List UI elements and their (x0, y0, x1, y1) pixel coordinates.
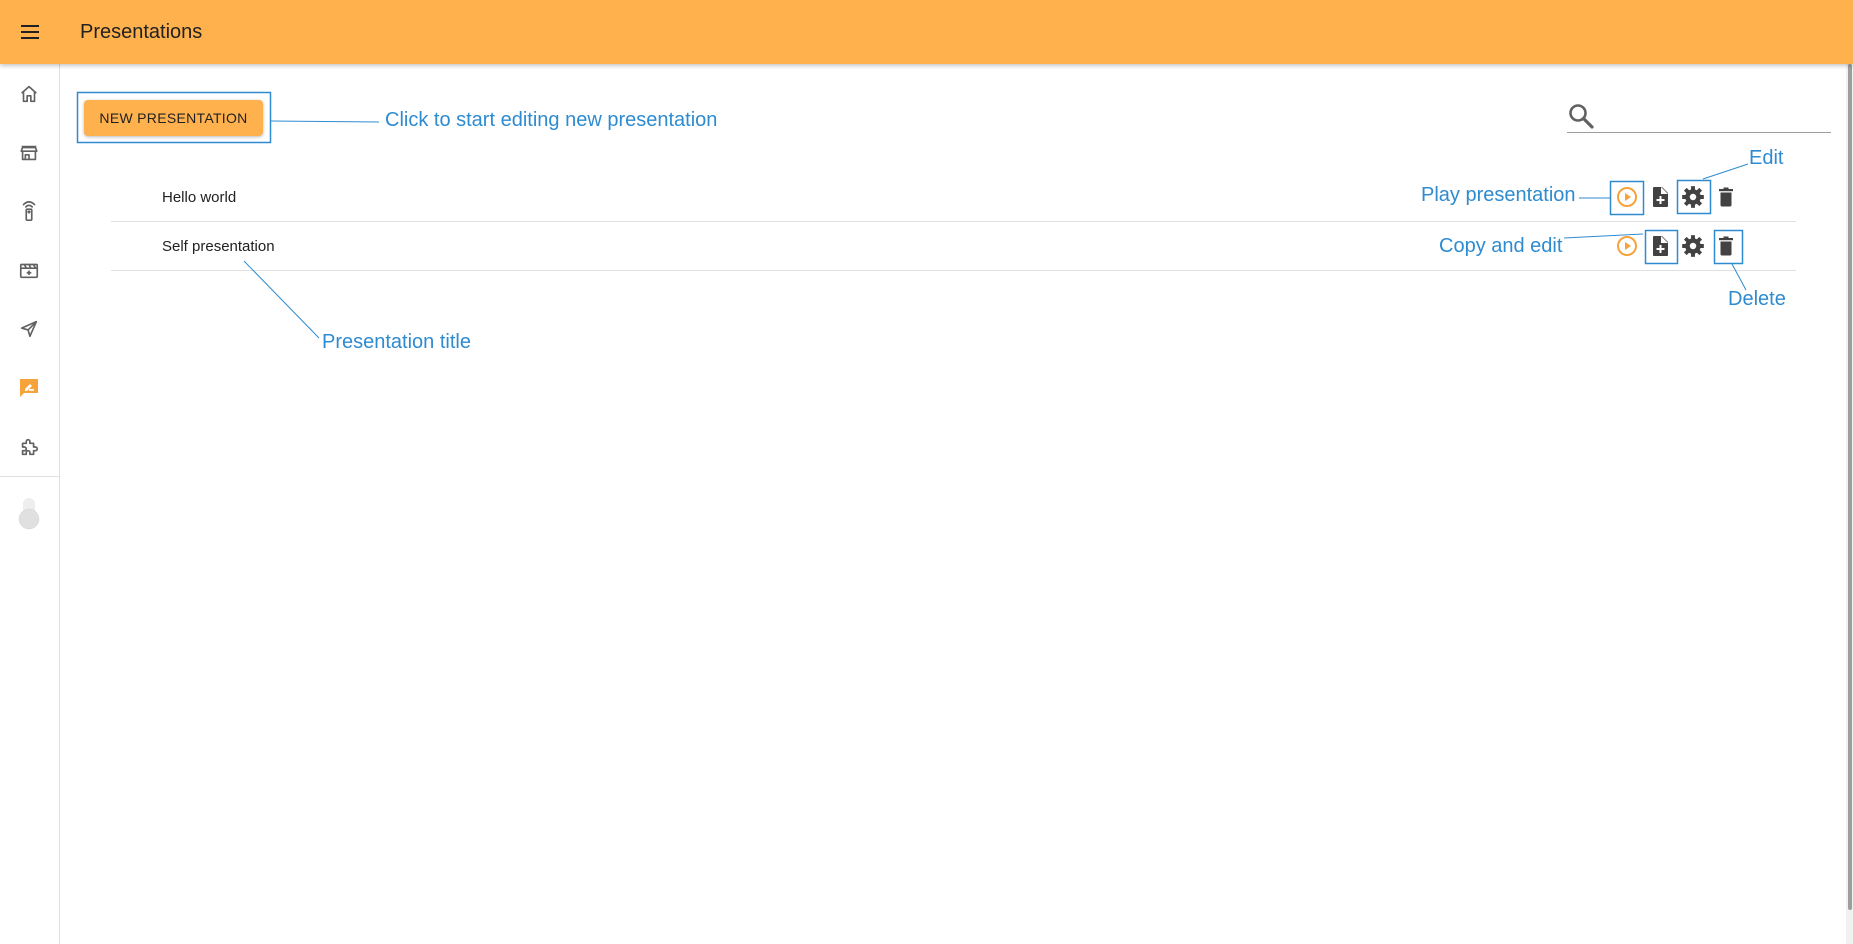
gear-icon (1682, 235, 1704, 257)
trash-icon (1719, 236, 1733, 256)
play-button[interactable] (1614, 233, 1640, 259)
sidebar-item-remote[interactable] (14, 196, 44, 226)
copy-edit-button[interactable] (1647, 233, 1673, 259)
sidebar-item-extensions[interactable] (14, 432, 44, 462)
sidebar-divider (0, 476, 59, 477)
menu-icon (21, 25, 39, 39)
play-button[interactable] (1614, 184, 1640, 210)
home-icon (21, 85, 37, 103)
presentation-edit-icon (20, 379, 38, 397)
media-icon (19, 263, 39, 279)
sidebar-item-presentations[interactable] (14, 373, 44, 403)
play-circle-icon (1617, 236, 1637, 256)
file-plus-icon (1653, 187, 1668, 207)
sidebar-item-send[interactable] (14, 314, 44, 344)
presentation-title: Hello world (162, 189, 237, 206)
scrollbar-thumb[interactable] (1848, 64, 1852, 910)
menu-button[interactable] (14, 17, 46, 47)
delete-button[interactable] (1713, 184, 1739, 210)
extension-icon (21, 438, 39, 456)
trash-icon (1719, 187, 1733, 207)
annotation-delete: Delete (1728, 288, 1786, 310)
file-plus-icon (1653, 236, 1668, 256)
presentation-title: Self presentation (162, 238, 275, 255)
annotation-edit: Edit (1749, 147, 1784, 169)
edit-button[interactable] (1680, 233, 1706, 259)
edit-button[interactable] (1680, 184, 1706, 210)
new-presentation-button[interactable]: NEW PRESENTATION (84, 100, 263, 136)
sidebar (0, 64, 60, 944)
app-bar: Presentations (0, 0, 1853, 64)
annotation-line-new-presentation (270, 120, 380, 123)
play-circle-icon (1617, 187, 1637, 207)
sidebar-item-store[interactable] (14, 138, 44, 168)
sidebar-item-home[interactable] (14, 79, 44, 109)
search-field (1567, 100, 1831, 133)
search-icon[interactable] (1567, 102, 1595, 130)
search-input[interactable] (1603, 102, 1831, 130)
annotation-line-title (243, 260, 320, 339)
annotation-play: Play presentation (1421, 184, 1576, 206)
copy-edit-button[interactable] (1647, 184, 1673, 210)
delete-button[interactable] (1713, 233, 1739, 259)
store-icon (20, 145, 38, 161)
annotation-title: Presentation title (322, 331, 471, 353)
page-title: Presentations (80, 21, 203, 43)
annotation-overlay (76, 91, 1749, 339)
sidebar-item-media[interactable] (14, 255, 44, 285)
annotation-copy: Copy and edit (1439, 235, 1563, 257)
gear-icon (1682, 186, 1704, 208)
annotation-new-presentation: Click to start editing new presentation (385, 109, 718, 131)
send-icon (20, 320, 38, 338)
remote-device-icon (22, 201, 36, 221)
theme-toggle[interactable] (17, 496, 41, 532)
toggle-switch-icon (18, 498, 40, 530)
